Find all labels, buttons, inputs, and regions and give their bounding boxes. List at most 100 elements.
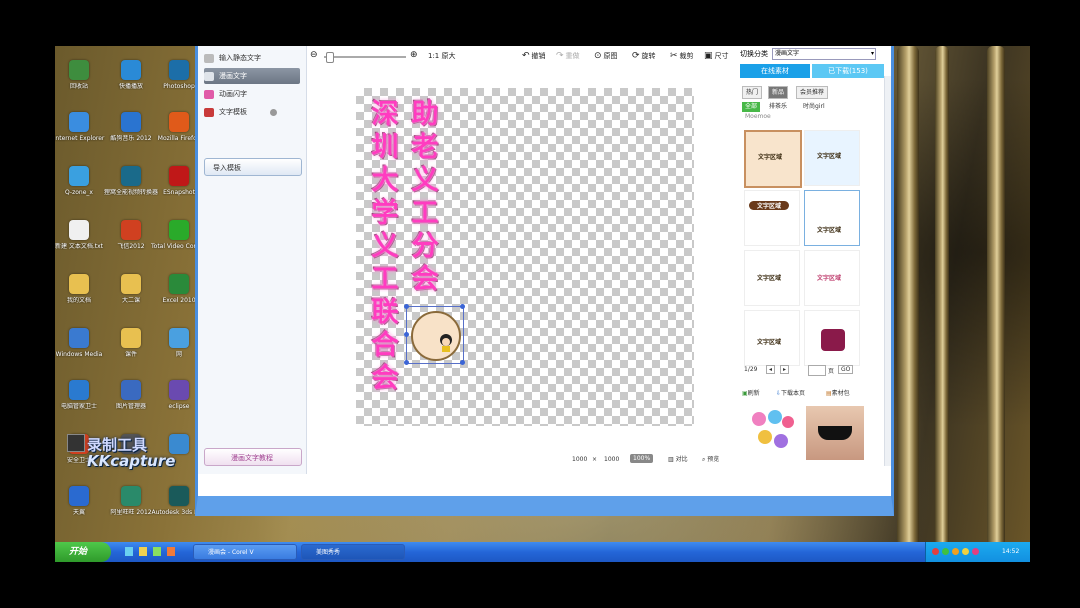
next-page-button[interactable]: ▸ [780, 365, 790, 374]
start-button[interactable]: 开始 [55, 542, 111, 562]
sticker-thumb[interactable]: 文字区域 [744, 250, 800, 306]
resize-handle[interactable] [404, 360, 409, 365]
resize-handle[interactable] [460, 304, 465, 309]
desktop-icon[interactable]: Q-zone_x [55, 166, 107, 196]
desktop-icon[interactable]: Internet Explorer [55, 112, 107, 142]
left-item-static-text[interactable]: 输入静态文字 [204, 50, 300, 66]
quicklaunch-icon[interactable] [167, 547, 175, 556]
size-label: 尺寸 [714, 52, 729, 60]
sticker-thumb[interactable]: 文字区域 [744, 190, 800, 246]
resize-handle[interactable] [404, 332, 409, 337]
kkcapture-watermark: 录制工具 KKcapture [67, 434, 187, 474]
category-hot[interactable]: 热门 [742, 86, 763, 99]
task-meitu[interactable]: 美图秀秀 [301, 544, 405, 560]
category-new[interactable]: 新品 [768, 86, 789, 99]
size-button[interactable]: ▣ 尺寸 [704, 51, 729, 61]
category-switcher: 切换分类 漫画文字 ▾ [740, 46, 884, 62]
sub-all[interactable]: 全部 [742, 102, 761, 112]
zoom-original-button[interactable]: 1:1 原大 [428, 51, 456, 61]
sticker-thumb-label: 文字区域 [816, 153, 841, 160]
sticker-thumb[interactable] [804, 310, 860, 366]
desktop-icon-label: 天翼 [72, 509, 85, 516]
sticker-thumb[interactable]: 文字区域 [804, 130, 860, 186]
text-file-icon [69, 220, 89, 240]
compare-label: 对比 [675, 456, 688, 463]
tab-online-materials[interactable]: 在线素材 [740, 64, 810, 78]
sticker-thumb[interactable]: 文字区域 [744, 310, 800, 366]
sub-paicha[interactable]: 排茶乐 [766, 102, 790, 112]
refresh-button[interactable]: ▣刷新 [742, 388, 760, 397]
desktop-icon[interactable]: 电脑管家卫士 [55, 380, 107, 410]
zoom-slider[interactable] [324, 52, 406, 63]
media-icon [69, 328, 89, 348]
quicklaunch-icon[interactable] [125, 547, 133, 556]
category-select[interactable]: 漫画文字 ▾ [772, 48, 876, 60]
desktop-icon[interactable]: 我的文档 [55, 274, 107, 304]
left-item-comic-text[interactable]: 漫画文字 [204, 68, 300, 84]
desktop-icon[interactable]: Windows Media [55, 328, 107, 358]
text-icon [204, 53, 214, 63]
download-page-button[interactable]: ⇩下载本页 [776, 388, 805, 397]
page-input[interactable] [808, 365, 826, 376]
help-icon[interactable] [270, 108, 277, 116]
sub-fashion-girl[interactable]: 时尚girl [800, 102, 828, 112]
prev-page-button[interactable]: ◂ [766, 365, 776, 374]
folder-icon [121, 328, 141, 348]
redo-label: 重做 [565, 52, 580, 60]
comic-text-icon [204, 71, 214, 81]
material-pack-button[interactable]: ▤素材包 [826, 388, 850, 397]
zoom-in-icon[interactable]: ⊕ [410, 51, 418, 60]
redo-button[interactable]: ↷ 重做 [556, 51, 580, 61]
compare-button[interactable]: ▥ 对比 [668, 454, 688, 463]
original-button[interactable]: ⊙ 原图 [594, 51, 618, 61]
crop-button[interactable]: ✂ 裁剪 [670, 51, 694, 61]
zoom-out-icon[interactable]: ⊖ [310, 51, 318, 60]
image-viewer-icon [121, 380, 141, 400]
sub-moemoe[interactable]: Moemoe [742, 112, 774, 122]
globe-icon [69, 166, 89, 186]
tray-icon[interactable] [932, 548, 939, 555]
quicklaunch-icon[interactable] [139, 547, 147, 556]
tray-icon[interactable] [942, 548, 949, 555]
zoom-slider-knob[interactable] [326, 52, 334, 63]
tray-icon[interactable] [962, 548, 969, 555]
desktop-icon[interactable]: 天翼 [55, 486, 107, 516]
rotate-button[interactable]: ⟳ 旋转 [632, 51, 656, 61]
quicklaunch-icon[interactable] [153, 547, 161, 556]
comic-sticker-selected[interactable] [406, 306, 464, 364]
desktop-icon[interactable]: 新建 文本文档.txt [55, 220, 107, 250]
desktop-icon[interactable]: 回收站 [55, 60, 107, 90]
zoom-percent-button[interactable]: 100% [630, 454, 654, 463]
firefox-icon [169, 112, 189, 132]
task-corel[interactable]: 漫画会 - Corel V [193, 544, 297, 560]
folder-icon [69, 274, 89, 294]
tab-downloaded[interactable]: 已下载(153) [812, 64, 884, 78]
comic-text-tutorial-button[interactable]: 漫画文字教程 [204, 448, 302, 466]
left-item-template[interactable]: 文字模板 [204, 104, 300, 120]
tray-icon[interactable] [952, 548, 959, 555]
redo-icon: ↷ [556, 50, 564, 61]
scrollbar[interactable] [884, 76, 891, 466]
kkcapture-logo-icon [67, 434, 85, 452]
sticker-thumb[interactable]: 文字区域 [744, 130, 802, 188]
category-member[interactable]: 会员推荐 [796, 86, 829, 99]
left-item-flash-text[interactable]: 动画闪字 [204, 86, 300, 102]
sticker-thumb[interactable]: 文字区域 [804, 250, 860, 306]
go-button[interactable]: GO [838, 365, 854, 374]
tray-icon[interactable] [972, 548, 979, 555]
desktop-icon-label: 新建 文本文档.txt [55, 243, 104, 250]
undo-button[interactable]: ↶ 撤销 [522, 51, 546, 61]
fashion-ad-image[interactable] [806, 406, 864, 460]
sticker-thumb[interactable]: 文字区域 [804, 190, 860, 246]
hearts-ad-image[interactable] [744, 406, 800, 460]
import-template-button[interactable]: 导入模板 [204, 158, 302, 176]
editing-canvas[interactable]: 深圳大学义工联合会 助老义工分会 [356, 88, 694, 426]
preview-button[interactable]: ⌕ 预览 [702, 454, 719, 464]
canvas-text-char: 会 [371, 363, 399, 394]
folder-icon [121, 274, 141, 294]
crop-icon: ✂ [670, 50, 678, 61]
resize-handle[interactable] [460, 360, 465, 365]
canvas-text-char: 会 [411, 264, 439, 295]
resize-handle[interactable] [404, 304, 409, 309]
recycle-bin-icon [69, 60, 89, 80]
